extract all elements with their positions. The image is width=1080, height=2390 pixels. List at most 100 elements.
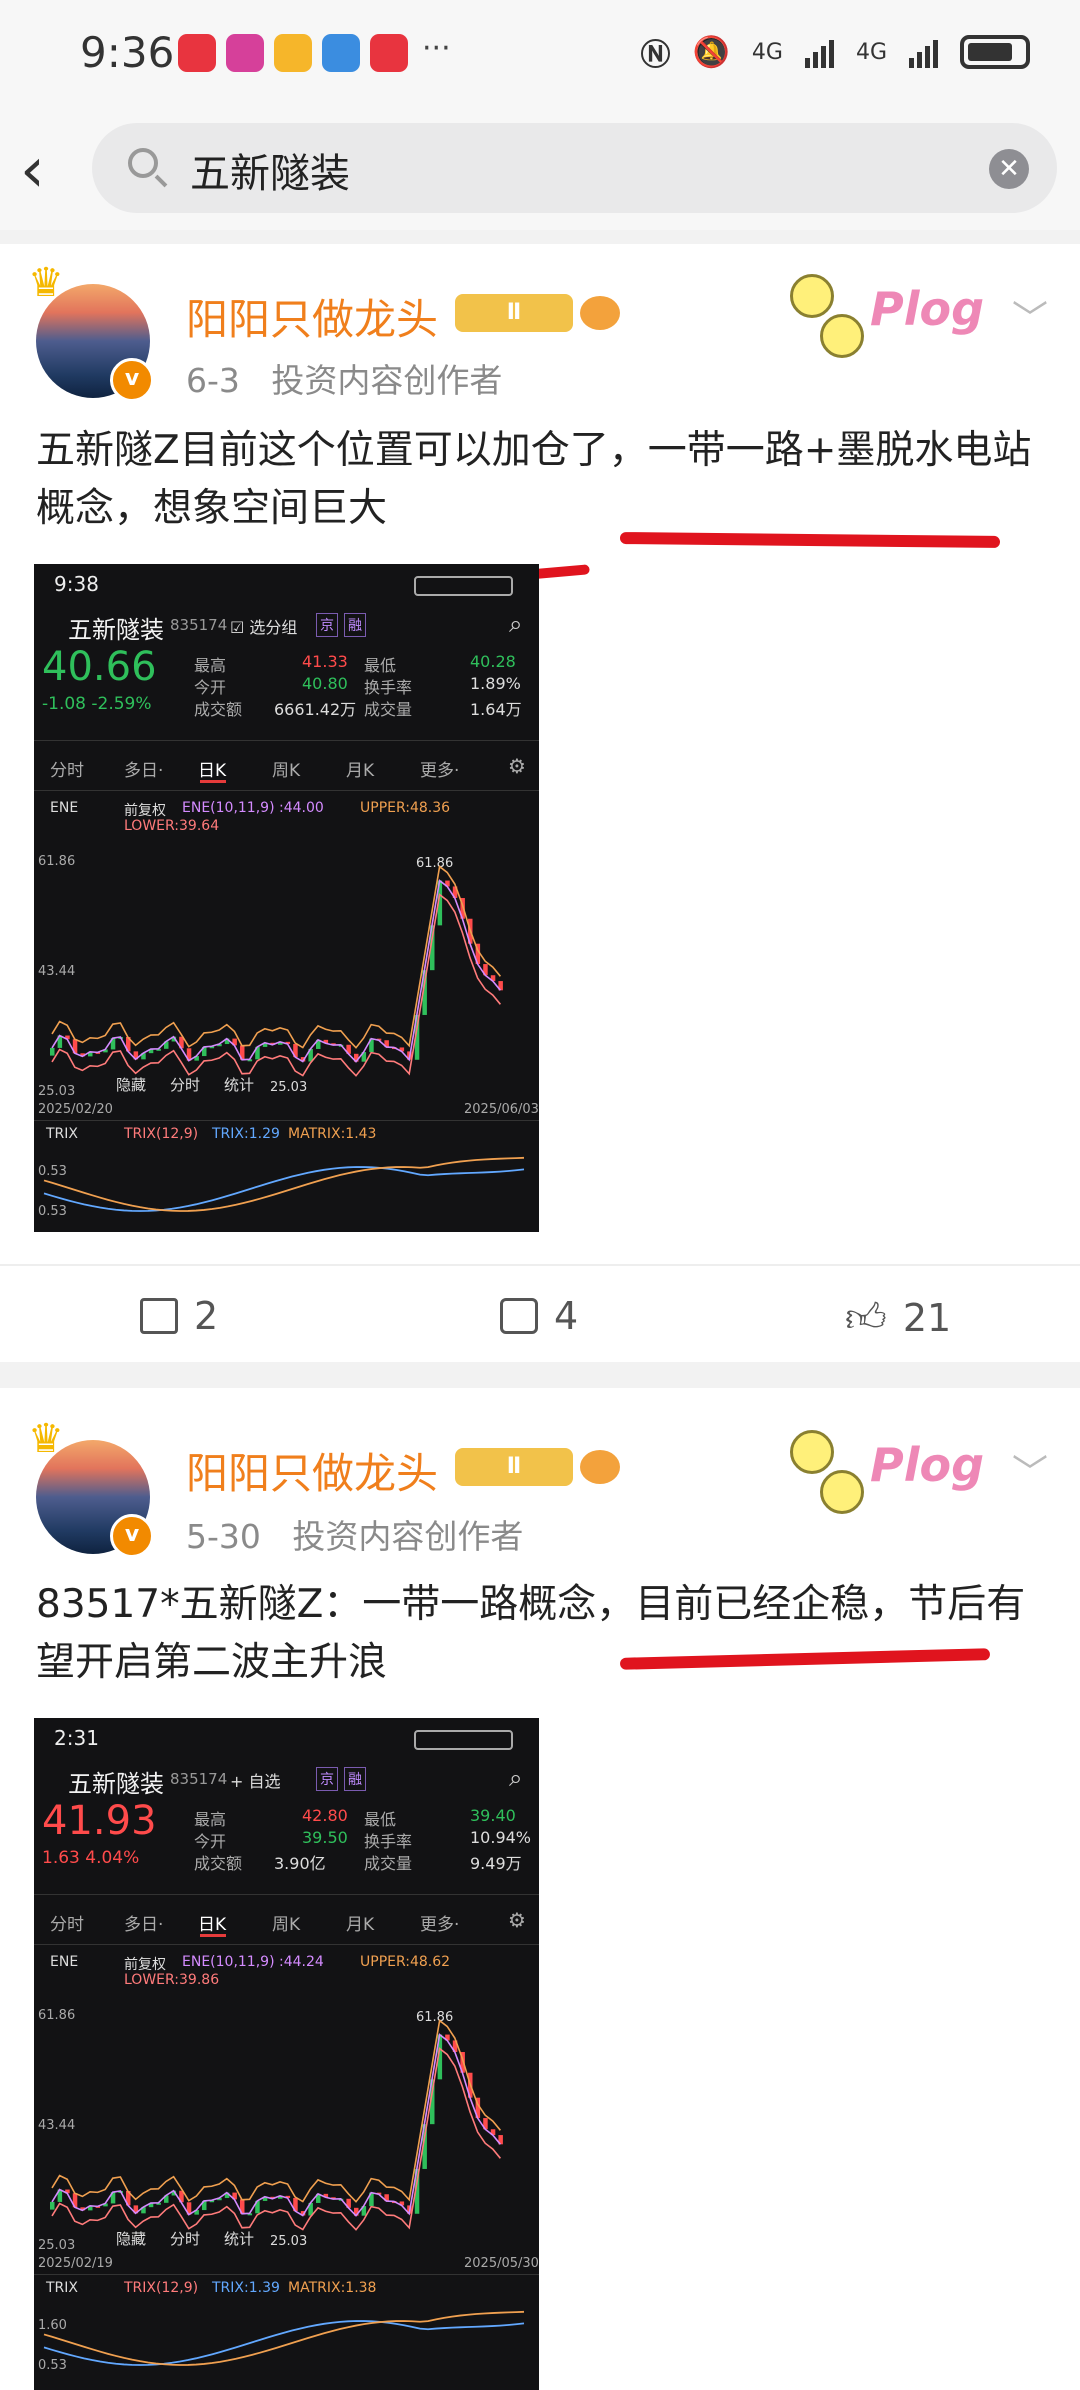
adjustment-label: 前复权 — [124, 1957, 166, 1973]
trix-selector: TRIX — [46, 1126, 78, 1142]
post-card[interactable]: ♛ v 阳阳只做龙头 Ⅱ 5-30 投资内容创作者 Plog ﹀ 83517*五… — [0, 1388, 1080, 2390]
chevron-down-icon[interactable]: ﹀ — [1012, 1444, 1048, 1496]
amount-label: 成交额 — [194, 1854, 243, 1873]
comment-count: 4 — [554, 1294, 579, 1338]
chart-tab[interactable]: 更多· — [420, 756, 459, 781]
matrix-value: MATRIX:1.38 — [288, 2280, 377, 2296]
post-text[interactable]: 五新隧Z目前这个位置可以加仓了，一带一路+墨脱水电站概念，想象空间巨大 — [36, 422, 1046, 538]
author-name[interactable]: 阳阳只做龙头 — [186, 1440, 438, 1501]
divider — [34, 2274, 539, 2275]
video-app-icon — [226, 34, 264, 72]
search-header: ‹ 五新隧装 ✕ — [0, 110, 1080, 230]
share-count: 2 — [194, 1294, 219, 1338]
shop-app-icon — [274, 34, 312, 72]
indicator-selector: ENE — [50, 800, 79, 816]
weibo-notification-icon-2 — [370, 34, 408, 72]
settings-gear-icon: ⚙ — [508, 1908, 526, 1932]
lower-value: LOWER:39.64 — [124, 818, 220, 834]
screenshot-time: 2:31 — [54, 1726, 99, 1750]
mail-app-icon — [322, 34, 360, 72]
stock-name: 五新隧装 — [68, 616, 164, 644]
comment-icon — [500, 1298, 538, 1334]
stock-chart-image[interactable]: 9:38 五新隧装 835174 ☑ 选分组京融 ⌕ 40.66 -1.08 -2.59% 最… — [34, 564, 539, 1232]
indicator-selector: ENE — [50, 1954, 79, 1970]
chart-tab[interactable]: 更多· — [420, 1910, 459, 1935]
add-group-button: + 自选 — [230, 1772, 281, 1791]
lower-value: LOWER:39.86 — [124, 1972, 220, 1988]
trix-line — [43, 2310, 525, 2366]
chevron-down-icon[interactable]: ﹀ — [1012, 290, 1048, 342]
trix-line — [43, 1166, 525, 1212]
low-value: 39.40 — [470, 1806, 516, 1825]
high-value: 41.33 — [302, 652, 348, 671]
divider — [0, 1362, 1080, 1388]
flower-icon — [820, 314, 864, 358]
turnover-label: 换手率 — [364, 678, 413, 697]
volume-label: 成交量 — [364, 1854, 413, 1873]
battery-icon — [960, 35, 1030, 69]
post-date: 6-3 — [186, 361, 240, 400]
share-button[interactable]: 2 — [140, 1294, 218, 1338]
plog-label: Plog — [870, 1438, 985, 1492]
action-bar: 2 4 👍︎ 21 — [0, 1264, 1080, 1366]
comment-button[interactable]: 4 — [500, 1294, 578, 1338]
avatar[interactable]: ♛ v — [28, 1416, 154, 1558]
post-card[interactable]: ♛ v 阳阳只做龙头 Ⅱ 6-3 投资内容创作者 Plog ﹀ 五新隧Z目前这个… — [0, 244, 1080, 1362]
like-button[interactable]: 👍︎ 21 — [845, 1294, 951, 1342]
chart-tab[interactable]: 分时 — [50, 1910, 84, 1935]
open-label: 今开 — [194, 678, 227, 697]
volume-value: 9.49万 — [470, 1854, 522, 1873]
mute-icon: 🔕 — [692, 34, 730, 70]
author-name[interactable]: 阳阳只做龙头 — [186, 286, 438, 347]
current-price: 41.93 — [42, 1798, 157, 1844]
avatar[interactable]: ♛ v — [28, 260, 154, 402]
chart-tab[interactable]: 周K — [272, 756, 300, 781]
trix-line — [43, 2320, 525, 2366]
stock-chart-image[interactable]: 2:31 五新隧装 835174 + 自选 京融 ⌕ 41.93 1.63 4.04% 最高 42… — [34, 1718, 539, 2390]
market-tag: 融 — [344, 613, 366, 637]
author-role: 投资内容创作者 — [271, 361, 503, 400]
trix-line — [43, 1156, 525, 1212]
weibo-notification-icon — [178, 34, 216, 72]
back-arrow-icon[interactable]: ‹ — [20, 135, 90, 205]
volume-label: 成交量 — [364, 700, 413, 719]
chart-tab[interactable]: 多日· — [124, 756, 163, 781]
plog-label: Plog — [870, 282, 985, 336]
annotation-underline — [619, 532, 1001, 548]
thumbs-up-icon: 👍︎ — [845, 1295, 887, 1341]
signal-icon-2 — [909, 36, 938, 68]
screenshot-time: 9:38 — [54, 572, 99, 596]
active-tab-indicator — [200, 780, 226, 783]
post-text[interactable]: 83517*五新隧Z：一带一路概念，目前已经企稳，节后有望开启第二波主升浪 — [36, 1576, 1046, 1692]
chart-tab[interactable]: 多日· — [124, 1910, 163, 1935]
crown-icon: ♛ — [28, 1416, 64, 1462]
notification-icons: ··· — [178, 34, 451, 72]
low-label: 最低 — [364, 1810, 397, 1829]
date-start: 2025/02/20 — [38, 1102, 113, 1117]
current-price: 40.66 — [42, 644, 157, 690]
plog-sticker: Plog — [780, 1420, 990, 1520]
candlestick-chart — [50, 865, 503, 1077]
search-input[interactable]: 五新隧装 ✕ — [92, 123, 1057, 213]
more-notifications-icon: ··· — [422, 31, 451, 66]
chart-tab[interactable]: 月K — [346, 1910, 374, 1935]
search-icon — [128, 148, 158, 178]
candlestick-chart — [50, 2019, 503, 2231]
system-indicators: Ⓝ 🔕 4G 4G — [641, 30, 1030, 74]
screenshot-battery-icon — [414, 1730, 513, 1750]
clear-search-button[interactable]: ✕ — [989, 149, 1029, 189]
status-bar: 9:36 ··· Ⓝ 🔕 4G 4G — [0, 0, 1080, 110]
search-icon: ⌕ — [509, 610, 523, 638]
chart-tab[interactable]: 周K — [272, 1910, 300, 1935]
chart-tab[interactable]: 月K — [346, 756, 374, 781]
chart-tab[interactable]: 分时 — [50, 756, 84, 781]
ene-value: ENE(10,11,9) :44.24 — [182, 1954, 324, 1970]
network-label-1: 4G — [751, 39, 783, 65]
chart-tab[interactable]: 日K — [198, 1910, 226, 1935]
upper-value: UPPER:48.36 — [360, 800, 451, 816]
fan-badge-icon — [580, 296, 620, 330]
chart-tab[interactable]: 日K — [198, 756, 226, 781]
trix-value: TRIX:1.29 — [212, 1126, 280, 1142]
amount-label: 成交额 — [194, 700, 243, 719]
plog-sticker: Plog — [780, 264, 990, 364]
